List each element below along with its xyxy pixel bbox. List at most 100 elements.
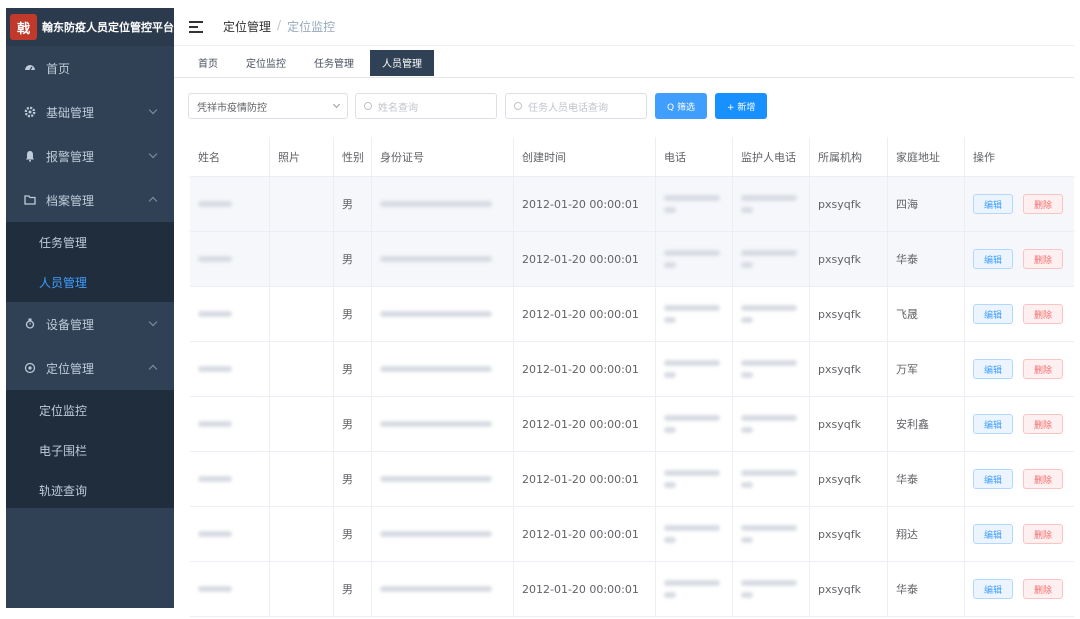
header-actions: 操作 — [973, 150, 995, 164]
brand-title: 翰东防疫人员定位管控平台 — [42, 21, 174, 34]
address-cell: 翔达 — [888, 507, 965, 561]
tag-task-mgmt[interactable]: 任务管理 — [302, 50, 366, 76]
redacted-id — [380, 366, 492, 372]
actions-cell: 编辑 删除 — [965, 507, 1074, 561]
delete-button[interactable]: 删除 — [1023, 414, 1064, 434]
sidebar-item-label: 设备管理 — [46, 317, 95, 332]
name-search-input[interactable]: 姓名查询 — [355, 93, 497, 119]
created-time-cell: 2012-01-20 00:00:01 — [514, 342, 656, 396]
name-cell — [190, 232, 270, 286]
redacted-name — [198, 421, 232, 427]
redacted-id — [380, 201, 492, 207]
edit-button[interactable]: 编辑 — [973, 579, 1014, 599]
phone-cell — [656, 397, 733, 451]
name-cell — [190, 287, 270, 341]
filter-button[interactable]: Q 筛选 — [655, 93, 707, 119]
edit-button[interactable]: 编辑 — [973, 414, 1014, 434]
sidebar-item-personnel-mgmt[interactable]: 人员管理 — [6, 262, 174, 302]
sex-cell: 男 — [334, 397, 372, 451]
sex-cell: 男 — [334, 177, 372, 231]
redacted-id — [380, 311, 492, 317]
org-select[interactable]: 凭祥市疫情防控 — [188, 93, 348, 119]
sidebar-item-geofence[interactable]: 电子围栏 — [6, 430, 174, 470]
redacted-name — [198, 366, 232, 372]
add-button[interactable]: + 新增 — [714, 93, 768, 119]
sidebar-item-alarm[interactable]: 报警管理 — [6, 134, 174, 178]
sidebar-item-archive[interactable]: 档案管理 — [6, 178, 174, 222]
photo-cell — [270, 397, 334, 451]
watch-icon — [24, 318, 36, 330]
actions-cell: 编辑 删除 — [965, 397, 1074, 451]
photo-cell — [270, 507, 334, 561]
guardian-phone-cell — [733, 232, 810, 286]
actions-cell: 编辑 删除 — [965, 342, 1074, 396]
redacted-id — [380, 421, 492, 427]
search-icon — [364, 102, 372, 110]
phone-search-input[interactable]: 任务人员电话查询 — [505, 93, 647, 119]
phone-search-placeholder: 任务人员电话查询 — [528, 102, 608, 114]
org-cell: pxsyqfk — [810, 507, 888, 561]
delete-button[interactable]: 删除 — [1023, 359, 1064, 379]
address-cell: 四海 — [888, 177, 965, 231]
edit-button[interactable]: 编辑 — [973, 194, 1014, 214]
guardian-phone-cell — [733, 397, 810, 451]
edit-button[interactable]: 编辑 — [973, 304, 1014, 324]
header-name: 姓名 — [190, 137, 270, 176]
actions-cell: 编辑 删除 — [965, 562, 1074, 616]
redacted-name — [198, 531, 232, 537]
header-guardian-phone: 监护人电话 — [733, 137, 810, 176]
sidebar-item-basic[interactable]: 基础管理 — [6, 90, 174, 134]
sidebar-item-home[interactable]: 首页 — [6, 46, 174, 90]
sidebar-item-location[interactable]: 定位管理 — [6, 346, 174, 390]
sidebar-item-label: 档案管理 — [46, 193, 95, 208]
delete-button[interactable]: 删除 — [1023, 469, 1064, 489]
delete-button[interactable]: 删除 — [1023, 304, 1064, 324]
id-number-cell — [372, 287, 514, 341]
guardian-phone-cell — [733, 562, 810, 616]
actions-cell: 编辑 删除 — [965, 177, 1074, 231]
org-cell: pxsyqfk — [810, 397, 888, 451]
tag-personnel-mgmt[interactable]: 人员管理 — [370, 49, 434, 76]
table-row: 男 2012-01-20 00:00:01 pxsyqfk 华泰 编辑 删除 — [190, 562, 1074, 617]
table-row: 男 2012-01-20 00:00:01 pxsyqfk 翔达 编辑 删除 — [190, 507, 1074, 562]
hamburger-icon[interactable] — [189, 20, 203, 33]
delete-button[interactable]: 删除 — [1023, 524, 1064, 544]
redacted-id — [380, 256, 492, 262]
sidebar-item-track-query[interactable]: 轨迹查询 — [6, 470, 174, 510]
brand: 戟 翰东防疫人员定位管控平台 — [6, 8, 174, 46]
guardian-phone-cell — [733, 177, 810, 231]
address-cell: 安利鑫 — [888, 397, 965, 451]
location-icon — [24, 362, 36, 374]
created-time-cell: 2012-01-20 00:00:01 — [514, 287, 656, 341]
guardian-phone-cell — [733, 342, 810, 396]
redacted-id — [380, 531, 492, 537]
photo-cell — [270, 177, 334, 231]
sidebar-item-location-monitor[interactable]: 定位监控 — [6, 390, 174, 430]
address-cell: 华泰 — [888, 562, 965, 616]
edit-button[interactable]: 编辑 — [973, 469, 1014, 489]
org-cell: pxsyqfk — [810, 452, 888, 506]
sex-cell: 男 — [334, 452, 372, 506]
edit-button[interactable]: 编辑 — [973, 359, 1014, 379]
sex-cell: 男 — [334, 287, 372, 341]
sidebar-item-task-mgmt[interactable]: 任务管理 — [6, 222, 174, 262]
org-cell: pxsyqfk — [810, 562, 888, 616]
sidebar-item-device[interactable]: 设备管理 — [6, 302, 174, 346]
created-time-cell: 2012-01-20 00:00:01 — [514, 507, 656, 561]
name-search-placeholder: 姓名查询 — [378, 102, 418, 114]
delete-button[interactable]: 删除 — [1023, 579, 1064, 599]
tag-location-monitor[interactable]: 定位监控 — [234, 50, 298, 76]
filter-bar: 凭祥市疫情防控 姓名查询 任务人员电话查询 Q 筛选 + 新增 — [188, 92, 775, 120]
name-cell — [190, 397, 270, 451]
table-row: 男 2012-01-20 00:00:01 pxsyqfk 飞晟 编辑 删除 — [190, 287, 1074, 342]
tag-home[interactable]: 首页 — [186, 50, 230, 76]
breadcrumb-parent[interactable]: 定位管理 — [223, 18, 271, 35]
delete-button[interactable]: 删除 — [1023, 194, 1064, 214]
id-number-cell — [372, 397, 514, 451]
edit-button[interactable]: 编辑 — [973, 524, 1014, 544]
edit-button[interactable]: 编辑 — [973, 249, 1014, 269]
delete-button[interactable]: 删除 — [1023, 249, 1064, 269]
table-row: 男 2012-01-20 00:00:01 pxsyqfk 华泰 编辑 删除 — [190, 232, 1074, 287]
search-icon — [514, 102, 522, 110]
org-cell: pxsyqfk — [810, 177, 888, 231]
